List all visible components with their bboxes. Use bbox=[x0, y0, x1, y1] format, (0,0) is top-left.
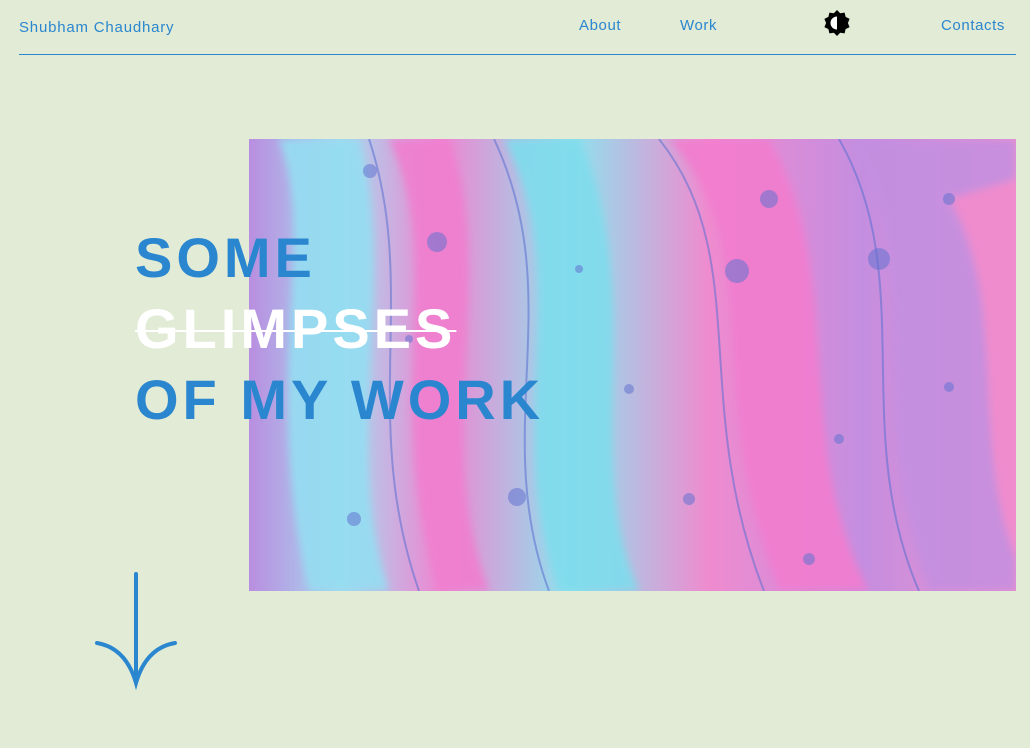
header-divider bbox=[19, 54, 1016, 55]
nav-about[interactable]: About bbox=[579, 17, 621, 34]
scroll-down-button[interactable] bbox=[92, 570, 180, 692]
half-contrast-icon bbox=[824, 10, 850, 36]
headline-line-of-my-work: OF MY WORK bbox=[135, 368, 545, 431]
nav-work[interactable]: Work bbox=[680, 17, 717, 34]
headline-line-glimpses: GLIMPSES bbox=[135, 297, 457, 360]
arrow-down-icon bbox=[95, 572, 177, 691]
hero-headline: SOME GLIMPSES OF MY WORK bbox=[135, 222, 544, 435]
site-header: Shubham Chaudhary About Work Contacts bbox=[0, 0, 1030, 56]
headline-line-some: SOME bbox=[135, 226, 316, 289]
theme-toggle-button[interactable] bbox=[822, 9, 852, 39]
nav-contacts[interactable]: Contacts bbox=[941, 17, 1005, 34]
brand-name[interactable]: Shubham Chaudhary bbox=[19, 19, 174, 36]
